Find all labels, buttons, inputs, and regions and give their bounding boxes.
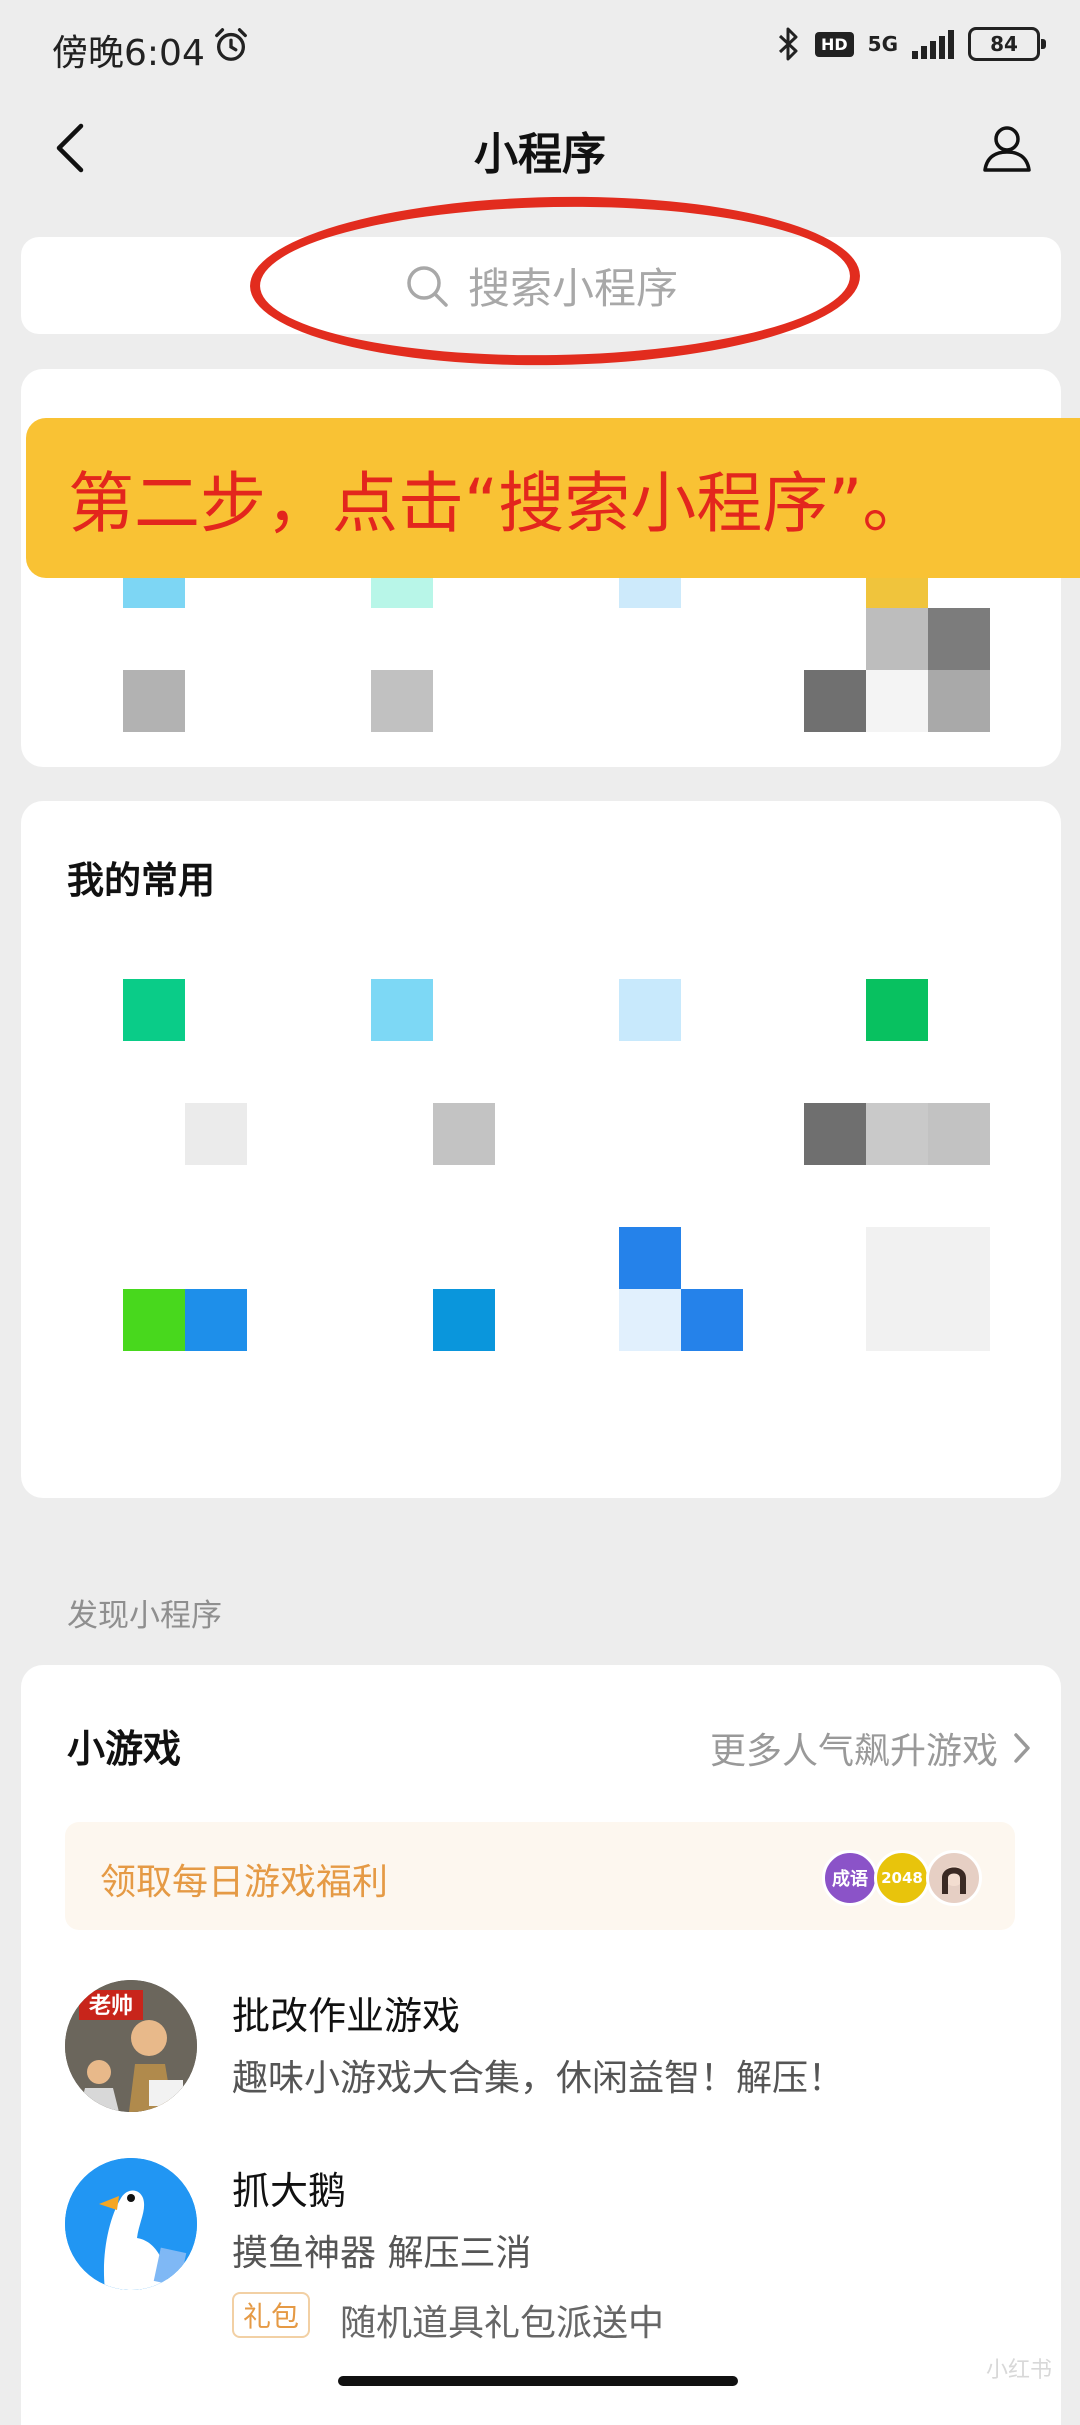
- bluetooth-icon: [778, 27, 798, 61]
- signal-icon: [912, 29, 954, 59]
- miniprogram-icon[interactable]: [433, 1103, 495, 1165]
- mosaic-block: [804, 670, 866, 732]
- mosaic-block: [866, 670, 928, 732]
- mosaic-block: [866, 1103, 928, 1165]
- mosaic-block: [185, 1289, 247, 1351]
- user-icon: [983, 126, 1031, 172]
- mosaic-block: [928, 608, 990, 670]
- daily-welfare-label: 领取每日游戏福利: [100, 1862, 389, 1903]
- battery-icon: 84: [968, 27, 1046, 61]
- battery-level: 84: [990, 32, 1018, 56]
- game-icon-goose[interactable]: [65, 2158, 197, 2290]
- home-indicator[interactable]: [338, 2376, 738, 2386]
- status-time: 傍晚6:04: [52, 33, 205, 74]
- portrait-icon: [942, 1866, 966, 1894]
- goose-icon: [65, 2158, 197, 2290]
- page-title: 小程序: [474, 129, 606, 180]
- miniprogram-icon[interactable]: [123, 979, 185, 1041]
- miniprogram-icon[interactable]: [123, 1289, 185, 1351]
- highlight-ellipse: [248, 191, 862, 371]
- game-avatar-2048: 2048: [874, 1850, 930, 1906]
- game-description: 摸鱼神器 解压三消: [232, 2233, 532, 2274]
- section-title-games: 小游戏: [67, 1727, 182, 1771]
- section-label-discover: 发现小程序: [67, 1598, 222, 1634]
- game-description: 趣味小游戏大合集，休闲益智！解压！: [232, 2058, 845, 2099]
- miniprogram-icon[interactable]: [433, 1289, 495, 1351]
- svg-text:老帅: 老帅: [88, 1994, 133, 2019]
- network-type: 5G: [867, 32, 898, 56]
- miniprogram-icon[interactable]: [866, 1227, 990, 1351]
- more-games-link[interactable]: 更多人气飙升游戏: [710, 1722, 1032, 1774]
- section-title-frequent: 我的常用: [67, 859, 215, 902]
- miniprogram-icon[interactable]: [185, 1103, 247, 1165]
- miniprogram-icon[interactable]: [619, 979, 681, 1041]
- status-icons: HD 5G 84: [777, 26, 1046, 62]
- mosaic-block: [681, 1289, 743, 1351]
- game-avatar-idiom: 成语: [822, 1850, 878, 1906]
- gift-description: 随机道具礼包派送中: [340, 2303, 665, 2344]
- mosaic-block: [928, 670, 990, 732]
- chevron-right-icon: [1014, 1733, 1030, 1763]
- game-title[interactable]: 抓大鹅: [232, 2160, 346, 2215]
- instruction-banner: 第二步，点击“搜索小程序”。: [26, 418, 1080, 578]
- watermark: 小红书: [985, 2358, 1052, 2383]
- miniprogram-icon[interactable]: [371, 979, 433, 1041]
- profile-button[interactable]: [972, 112, 1042, 184]
- more-games-label: 更多人气飙升游戏: [709, 1731, 998, 1772]
- cartoon-teacher-icon: 老帅: [65, 1980, 197, 2112]
- game-title[interactable]: 批改作业游戏: [232, 1985, 460, 2040]
- game-avatar-girl: [926, 1850, 982, 1906]
- miniprogram-icon[interactable]: [866, 979, 928, 1041]
- mosaic-block: [371, 670, 433, 732]
- mosaic-block: [619, 1289, 681, 1351]
- alarm-clock-icon: [215, 28, 247, 61]
- gift-tag: 礼包: [232, 2292, 310, 2338]
- game-icon-grading[interactable]: 老帅: [65, 1980, 197, 2112]
- mosaic-block: [123, 670, 185, 732]
- hd-badge: HD: [814, 31, 854, 57]
- mosaic-block: [928, 1103, 990, 1165]
- miniprogram-icon[interactable]: [619, 1227, 681, 1289]
- miniprogram-icon[interactable]: [804, 1103, 866, 1165]
- mosaic-block: [866, 608, 928, 670]
